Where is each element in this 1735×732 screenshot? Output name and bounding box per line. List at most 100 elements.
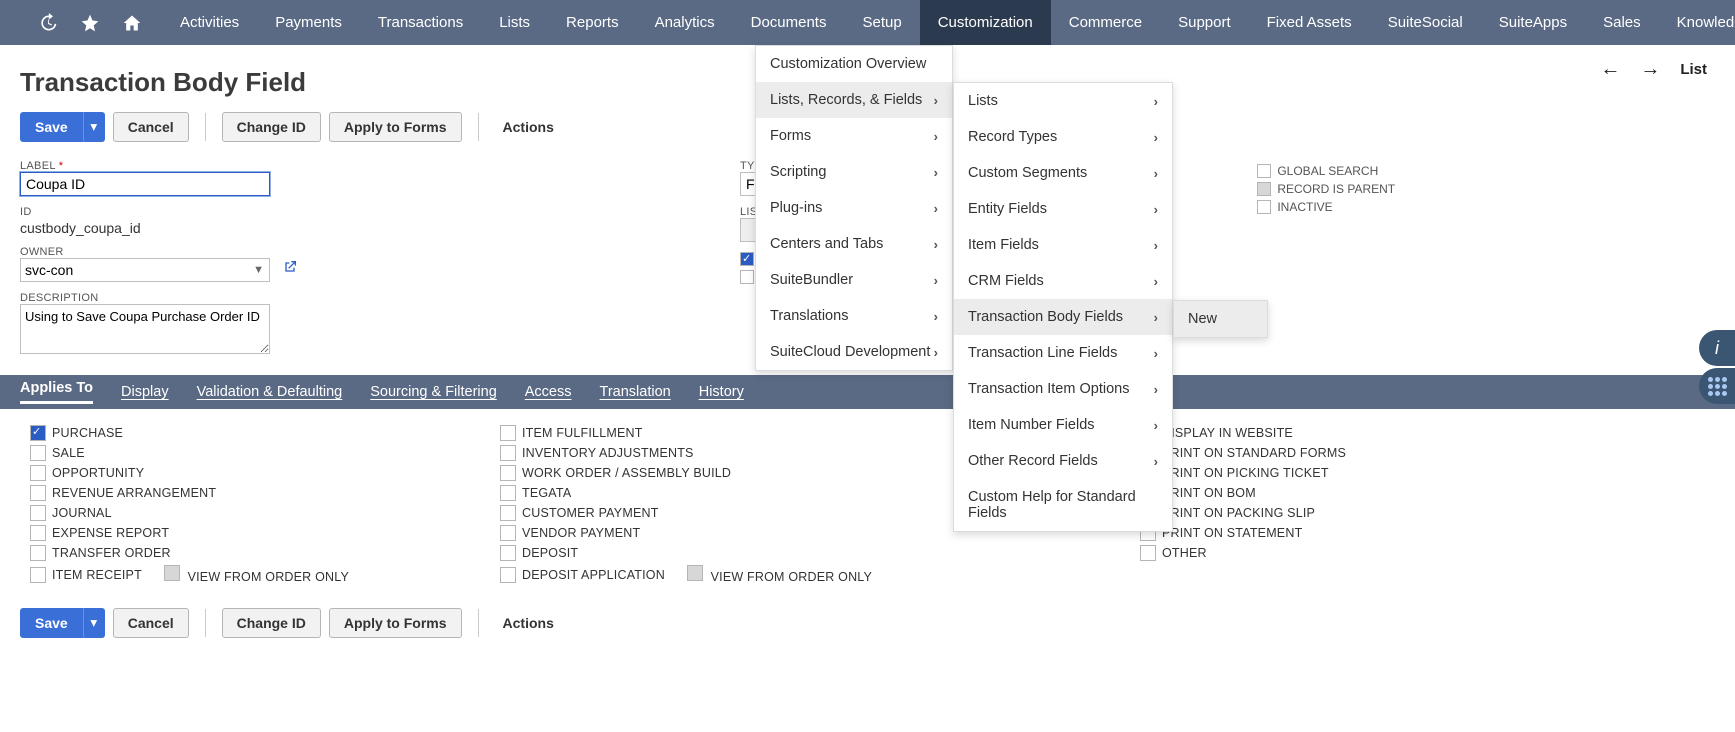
checkbox-work-order-assembly-build[interactable]	[500, 465, 516, 481]
nav-item-activities[interactable]: Activities	[162, 0, 257, 45]
menu-item-new[interactable]: New	[1174, 301, 1267, 337]
menu-item-custom-segments[interactable]: Custom Segments›	[954, 155, 1172, 191]
prev-record-button[interactable]: ←	[1600, 58, 1620, 81]
apps-icon[interactable]	[1699, 368, 1735, 404]
label-input[interactable]	[20, 172, 270, 196]
apply-to-forms-button[interactable]: Apply to Forms	[329, 112, 462, 142]
menu-item-suitecloud-development[interactable]: SuiteCloud Development›	[756, 334, 952, 370]
next-record-button[interactable]: →	[1640, 58, 1660, 81]
transaction-body-fields-submenu[interactable]: New	[1173, 300, 1268, 338]
menu-item-item-fields[interactable]: Item Fields›	[954, 227, 1172, 263]
save-button-bottom[interactable]: Save	[20, 608, 83, 638]
tab-sourcing-filtering[interactable]: Sourcing & Filtering	[370, 384, 497, 400]
cancel-button-bottom[interactable]: Cancel	[113, 608, 189, 638]
menu-item-scripting[interactable]: Scripting›	[756, 154, 952, 190]
menu-item-lists-records-fields[interactable]: Lists, Records, & Fields›	[756, 82, 952, 118]
help-widget[interactable]: i	[1699, 330, 1735, 404]
menu-item-centers-and-tabs[interactable]: Centers and Tabs›	[756, 226, 952, 262]
nav-item-reports[interactable]: Reports	[548, 0, 637, 45]
menu-item-customization-overview[interactable]: Customization Overview	[756, 46, 952, 82]
checkbox-other[interactable]	[1140, 545, 1156, 561]
nav-item-customization[interactable]: Customization	[920, 0, 1051, 45]
inactive-checkbox[interactable]	[1257, 200, 1271, 214]
record-is-parent-checkbox[interactable]	[1257, 182, 1271, 196]
tab-applies-to[interactable]: Applies To	[20, 380, 93, 404]
store-value-checkbox[interactable]	[740, 252, 754, 266]
save-button[interactable]: Save	[20, 112, 83, 142]
menu-item-record-types[interactable]: Record Types›	[954, 119, 1172, 155]
nav-item-transactions[interactable]: Transactions	[360, 0, 481, 45]
checkbox-purchase[interactable]	[30, 425, 46, 441]
home-icon[interactable]	[122, 13, 142, 33]
menu-item-transaction-body-fields[interactable]: Transaction Body Fields›	[954, 299, 1172, 335]
show-in-list-checkbox[interactable]	[740, 270, 754, 284]
subtab-strip: Applies To Display Validation & Defaulting…	[0, 375, 1735, 409]
save-dropdown-button-bottom[interactable]: ▾	[83, 608, 105, 638]
save-dropdown-button[interactable]: ▾	[83, 112, 105, 142]
nav-item-suitesocial[interactable]: SuiteSocial	[1370, 0, 1481, 45]
menu-item-item-number-fields[interactable]: Item Number Fields›	[954, 407, 1172, 443]
checkbox-item-receipt[interactable]	[30, 567, 46, 583]
checkbox-deposit-application[interactable]	[500, 567, 516, 583]
nav-item-sales[interactable]: Sales	[1585, 0, 1659, 45]
top-nav: ActivitiesPaymentsTransactionsListsRepor…	[0, 0, 1735, 45]
checkbox-view-from-order-only[interactable]	[687, 565, 703, 581]
checkbox-transfer-order[interactable]	[30, 545, 46, 561]
change-id-button[interactable]: Change ID	[222, 112, 321, 142]
checkbox-deposit[interactable]	[500, 545, 516, 561]
menu-item-suitebundler[interactable]: SuiteBundler›	[756, 262, 952, 298]
menu-item-lists[interactable]: Lists›	[954, 83, 1172, 119]
tab-access[interactable]: Access	[525, 384, 572, 400]
tab-history[interactable]: History	[699, 384, 744, 400]
nav-item-lists[interactable]: Lists	[481, 0, 548, 45]
description-caption: DESCRIPTION	[20, 292, 320, 304]
menu-item-translations[interactable]: Translations›	[756, 298, 952, 334]
nav-item-commerce[interactable]: Commerce	[1051, 0, 1160, 45]
menu-item-other-record-fields[interactable]: Other Record Fields›	[954, 443, 1172, 479]
tab-display[interactable]: Display	[121, 384, 169, 400]
change-id-button-bottom[interactable]: Change ID	[222, 608, 321, 638]
tab-translation[interactable]: Translation	[600, 384, 671, 400]
apply-to-forms-button-bottom[interactable]: Apply to Forms	[329, 608, 462, 638]
menu-item-entity-fields[interactable]: Entity Fields›	[954, 191, 1172, 227]
info-icon[interactable]: i	[1699, 330, 1735, 366]
list-link[interactable]: List	[1680, 61, 1707, 78]
checkbox-view-from-order-only[interactable]	[164, 565, 180, 581]
menu-item-plug-ins[interactable]: Plug-ins›	[756, 190, 952, 226]
checkbox-vendor-payment[interactable]	[500, 525, 516, 541]
cancel-button[interactable]: Cancel	[113, 112, 189, 142]
global-search-checkbox[interactable]	[1257, 164, 1271, 178]
star-icon[interactable]	[80, 13, 100, 33]
owner-select[interactable]	[20, 258, 270, 282]
lists-records-fields-submenu[interactable]: Lists›Record Types›Custom Segments›Entit…	[953, 82, 1173, 532]
checkbox-customer-payment[interactable]	[500, 505, 516, 521]
menu-item-crm-fields[interactable]: CRM Fields›	[954, 263, 1172, 299]
checkbox-revenue-arrangement[interactable]	[30, 485, 46, 501]
menu-item-forms[interactable]: Forms›	[756, 118, 952, 154]
checkbox-sale[interactable]	[30, 445, 46, 461]
checkbox-journal[interactable]	[30, 505, 46, 521]
checkbox-expense-report[interactable]	[30, 525, 46, 541]
nav-item-fixed-assets[interactable]: Fixed Assets	[1249, 0, 1370, 45]
open-external-icon[interactable]	[282, 259, 298, 275]
nav-item-setup[interactable]: Setup	[844, 0, 919, 45]
checkbox-opportunity[interactable]	[30, 465, 46, 481]
checkbox-item-fulfillment[interactable]	[500, 425, 516, 441]
nav-item-analytics[interactable]: Analytics	[637, 0, 733, 45]
nav-item-knowledge-base[interactable]: Knowledge Base	[1659, 0, 1735, 45]
nav-item-documents[interactable]: Documents	[733, 0, 845, 45]
nav-item-support[interactable]: Support	[1160, 0, 1249, 45]
menu-item-transaction-line-fields[interactable]: Transaction Line Fields›	[954, 335, 1172, 371]
description-textarea[interactable]	[20, 304, 270, 354]
tab-validation-defaulting[interactable]: Validation & Defaulting	[197, 384, 343, 400]
history-icon[interactable]	[38, 13, 58, 33]
actions-menu-bottom[interactable]: Actions	[495, 615, 554, 631]
checkbox-inventory-adjustments[interactable]	[500, 445, 516, 461]
menu-item-custom-help-for-standard-fields[interactable]: Custom Help for Standard Fields	[954, 479, 1172, 531]
nav-item-payments[interactable]: Payments	[257, 0, 360, 45]
checkbox-tegata[interactable]	[500, 485, 516, 501]
menu-item-transaction-item-options[interactable]: Transaction Item Options›	[954, 371, 1172, 407]
actions-menu[interactable]: Actions	[495, 119, 554, 135]
customization-menu[interactable]: Customization OverviewLists, Records, & …	[755, 45, 953, 371]
nav-item-suiteapps[interactable]: SuiteApps	[1481, 0, 1585, 45]
